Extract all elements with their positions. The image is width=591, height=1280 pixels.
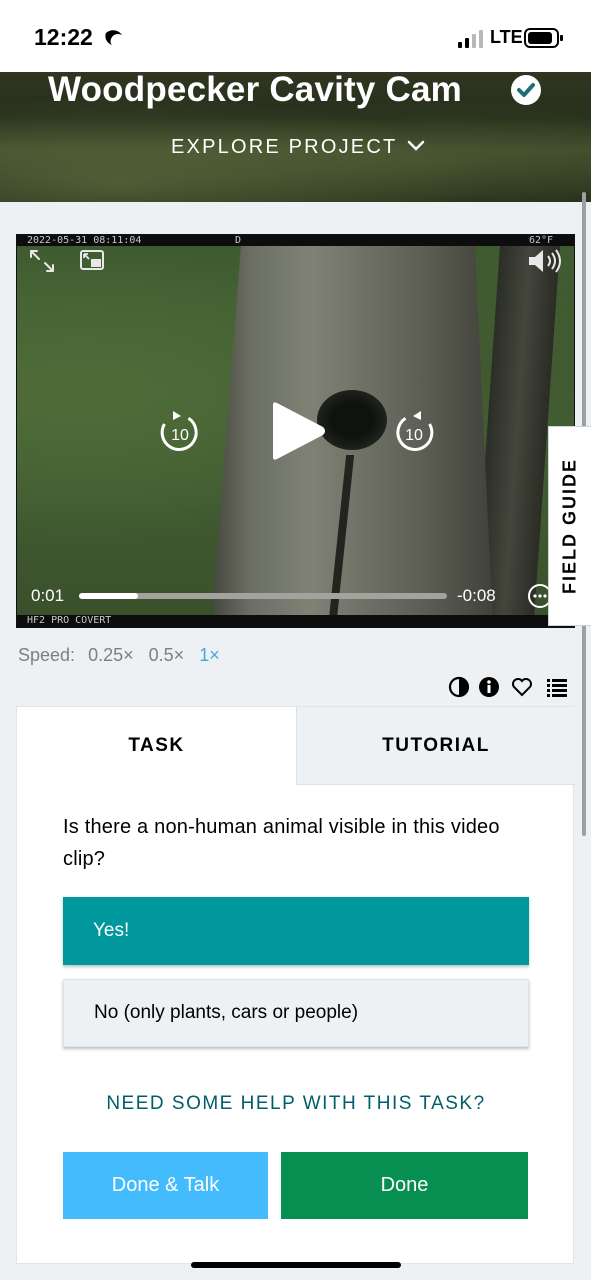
task-help-link[interactable]: NEED SOME HELP WITH THIS TASK? — [17, 1093, 575, 1115]
contrast-icon[interactable] — [448, 676, 470, 698]
remaining-time: -0:08 — [457, 586, 496, 605]
video-progress-fill — [79, 593, 138, 599]
done-button[interactable]: Done — [281, 1152, 528, 1219]
video-player[interactable]: 2022-05-31 08:11:04 D 62°F HF2 PRO COVER… — [16, 234, 575, 628]
network-label: LTE — [490, 27, 523, 47]
chevron-down-icon[interactable] — [406, 138, 426, 154]
camera-timestamp: 2022-05-31 08:11:04 — [27, 235, 142, 246]
status-bar: 12:22 LTE — [0, 0, 591, 72]
battery-icon — [524, 28, 563, 48]
rewind-10-icon[interactable]: 10 — [159, 409, 201, 453]
done-and-talk-button[interactable]: Done & Talk — [63, 1152, 268, 1219]
play-icon[interactable] — [269, 401, 327, 461]
field-guide-tab[interactable]: FIELD GUIDE — [548, 426, 591, 626]
rewind-seconds-label: 10 — [171, 427, 189, 444]
task-panel: TASK TUTORIAL Is there a non-human anima… — [16, 706, 575, 1264]
speed-option-05[interactable]: 0.5× — [149, 645, 185, 665]
explore-project-link[interactable]: EXPLORE PROJECT — [171, 136, 397, 159]
camera-model: HF2 PRO COVERT — [27, 615, 112, 626]
status-time: 12:22 — [34, 24, 93, 50]
focus-mode-icon — [105, 30, 122, 45]
camera-model-strip: HF2 PRO COVERT — [17, 615, 574, 627]
speed-option-1[interactable]: 1× — [199, 645, 220, 665]
signal-icon — [458, 30, 483, 48]
project-title: Woodpecker Cavity Cam — [48, 72, 462, 109]
answer-yes-button[interactable]: Yes! — [63, 897, 529, 965]
verified-check-icon — [511, 75, 541, 105]
volume-icon[interactable] — [527, 247, 563, 275]
speed-option-025[interactable]: 0.25× — [88, 645, 134, 665]
speed-label: Speed: — [18, 645, 76, 665]
info-icon[interactable] — [478, 676, 500, 698]
playback-speed: Speed: 0.25× 0.5× 1× — [18, 645, 230, 666]
forward-10-icon[interactable]: 10 — [393, 409, 435, 453]
video-scenery — [317, 390, 387, 450]
picture-in-picture-icon[interactable] — [79, 249, 105, 271]
field-guide-label: FIELD GUIDE — [559, 457, 580, 595]
forward-seconds-label: 10 — [405, 427, 423, 444]
favorite-heart-icon[interactable] — [511, 676, 533, 698]
current-time: 0:01 — [31, 586, 65, 605]
video-progress-bar[interactable] — [79, 593, 447, 599]
answer-no-button[interactable]: No (only plants, cars or people) — [63, 979, 529, 1047]
project-header: Woodpecker Cavity Cam EXPLORE PROJECT — [0, 72, 591, 202]
tab-task[interactable]: TASK — [17, 707, 296, 785]
camera-info-strip: 2022-05-31 08:11:04 D 62°F — [17, 235, 574, 246]
fullscreen-icon[interactable] — [29, 249, 55, 273]
collections-list-icon[interactable] — [546, 676, 568, 698]
tab-tutorial[interactable]: TUTORIAL — [296, 707, 575, 785]
task-question: Is there a non-human animal visible in t… — [63, 816, 500, 870]
camera-temperature: 62°F — [529, 235, 554, 246]
camera-mode: D — [235, 235, 242, 246]
home-indicator — [191, 1262, 401, 1268]
